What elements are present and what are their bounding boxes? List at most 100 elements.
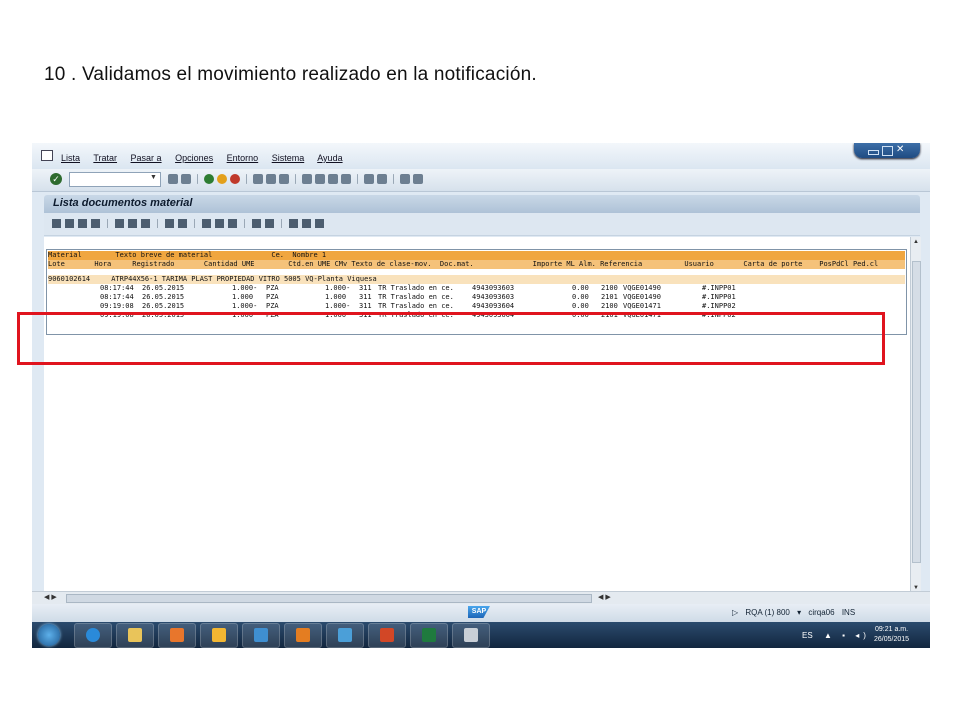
status-dropdown-icon[interactable]: ▾	[797, 608, 801, 617]
cell-cantidad: 1.000-	[232, 302, 258, 310]
find-next-icon[interactable]	[279, 174, 289, 184]
enter-check-icon[interactable]: ✓	[50, 173, 62, 185]
next-page-icon[interactable]	[328, 174, 338, 184]
find-icon[interactable]	[266, 174, 276, 184]
app-task-10[interactable]	[452, 623, 490, 648]
hscroll-thumb[interactable]	[66, 594, 592, 603]
cell-ref: VQGE01490	[623, 293, 661, 301]
cell-fecha: 26.05.2015	[142, 302, 185, 310]
status-expand-icon[interactable]: ▷	[732, 608, 738, 617]
maximize-icon[interactable]	[882, 146, 893, 156]
menu-sistema[interactable]: Sistema	[272, 153, 305, 163]
cancel-icon[interactable]	[230, 174, 240, 184]
previous-page-icon[interactable]	[315, 174, 325, 184]
cell-usuario: #.INPP02	[702, 302, 736, 310]
menu-lista[interactable]: Lista	[61, 153, 80, 163]
table-row[interactable]: 08:17:44 26.05.2015 1.000 PZA 1.000 311 T…	[48, 293, 905, 302]
first-page-icon[interactable]	[302, 174, 312, 184]
status-system[interactable]: RQA (1) 800	[745, 608, 789, 617]
command-dropdown-icon[interactable]: ▼	[150, 174, 157, 181]
back-icon[interactable]	[204, 174, 214, 184]
menu-opciones[interactable]: Opciones	[175, 153, 213, 163]
menu-entorno[interactable]: Entorno	[227, 153, 259, 163]
cell-doc: 4943093603	[472, 293, 515, 301]
subtotal-icon[interactable]	[265, 219, 274, 228]
cell-ctd: 1.000-	[325, 302, 351, 310]
screen-title-bar: Lista documentos material	[44, 195, 920, 213]
new-session-icon[interactable]	[364, 174, 374, 184]
cell-importe: 0.00	[572, 302, 589, 310]
filter-icon[interactable]	[128, 219, 137, 228]
shortcut-icon[interactable]	[377, 174, 387, 184]
scroll-up-icon[interactable]: ▲	[913, 239, 919, 245]
outlook-task[interactable]	[284, 623, 322, 648]
details-icon[interactable]	[115, 219, 124, 228]
menu-pasar-a[interactable]: Pasar a	[131, 153, 162, 163]
horizontal-scrollbar[interactable]: ◀ ▶ ◀ ▶	[32, 591, 930, 604]
print-icon[interactable]	[253, 174, 263, 184]
sort-desc-icon[interactable]	[178, 219, 187, 228]
exit-icon[interactable]	[217, 174, 227, 184]
clock[interactable]: 09:21 a.m. 26/05/2015	[874, 625, 909, 645]
menu-bar: Lista Tratar Pasar a Opciones Entorno Si…	[32, 143, 930, 169]
menu-ayuda[interactable]: Ayuda	[317, 153, 342, 163]
system-menu-icon[interactable]	[41, 150, 53, 161]
app-task-7[interactable]	[326, 623, 364, 648]
last-page-icon[interactable]	[341, 174, 351, 184]
cell-hora: 09:19:08	[100, 302, 134, 310]
outlook-icon	[296, 628, 310, 642]
material-row[interactable]: 9060102614 ATRP44X56-1 TARIMA PLAST PROP…	[48, 275, 905, 284]
language-indicator[interactable]: ES	[802, 631, 813, 640]
menu-items: Lista Tratar Pasar a Opciones Entorno Si…	[61, 153, 354, 163]
explorer-task[interactable]	[116, 623, 154, 648]
export-icon[interactable]	[228, 219, 237, 228]
app-task-5[interactable]	[242, 623, 280, 648]
cell-usuario: #.INPP01	[702, 284, 736, 292]
prev-icon[interactable]	[65, 219, 74, 228]
scroll-left-icon[interactable]: ◀ ▶	[44, 593, 57, 601]
minimize-icon[interactable]	[868, 150, 879, 155]
media-task[interactable]	[158, 623, 196, 648]
list-area: Material Texto breve de material Ce. Nom…	[44, 237, 910, 593]
help-icon[interactable]	[400, 174, 410, 184]
scroll-right-icon[interactable]: ◀ ▶	[598, 593, 611, 601]
sort-asc-icon[interactable]	[165, 219, 174, 228]
cell-cantidad: 1.000	[232, 293, 254, 301]
powerpoint-task[interactable]	[368, 623, 406, 648]
clock-time: 09:21 a.m.	[874, 626, 909, 633]
last-icon[interactable]	[91, 219, 100, 228]
back-arrow-icon[interactable]	[168, 174, 178, 184]
clock-date: 26/05/2015	[874, 636, 910, 643]
app-toolbar-icons	[52, 219, 324, 228]
close-icon[interactable]: ✕	[896, 144, 905, 155]
cell-cantidad: 1.000-	[232, 284, 258, 292]
tray-icons[interactable]: ▲ ▪ ◂)	[824, 631, 870, 640]
grid-icon[interactable]	[315, 219, 324, 228]
first-icon[interactable]	[52, 219, 61, 228]
menu-tratar[interactable]: Tratar	[93, 153, 117, 163]
excel-icon	[422, 628, 436, 642]
window-controls: ✕	[854, 143, 920, 158]
user-icon[interactable]	[302, 219, 311, 228]
print-preview-icon[interactable]	[289, 219, 298, 228]
table-row[interactable]: 09:19:08 26.05.2015 1.000- PZA 1.000- 311…	[48, 302, 905, 311]
spreadsheet-icon[interactable]	[215, 219, 224, 228]
app-task-4[interactable]	[200, 623, 238, 648]
ie-task[interactable]	[74, 623, 112, 648]
toolbar-divider	[194, 219, 195, 228]
table-row[interactable]: 08:17:44 26.05.2015 1.000- PZA 1.000- 311…	[48, 284, 905, 293]
scroll-thumb[interactable]	[912, 261, 921, 563]
command-field[interactable]	[69, 172, 161, 187]
next-icon[interactable]	[78, 219, 87, 228]
internet-explorer-icon	[86, 628, 100, 642]
sort-icon[interactable]	[141, 219, 150, 228]
save-icon[interactable]	[181, 174, 191, 184]
change-layout-icon[interactable]	[202, 219, 211, 228]
sum-icon[interactable]	[252, 219, 261, 228]
start-button-icon[interactable]	[38, 624, 60, 646]
excel-task[interactable]	[410, 623, 448, 648]
status-bar: SAP ▷ RQA (1) 800 ▾ cirqa06 INS	[32, 604, 930, 622]
vertical-scrollbar[interactable]: ▲ ▼	[910, 237, 921, 593]
layout-menu-icon[interactable]	[413, 174, 423, 184]
app-icon	[338, 628, 352, 642]
